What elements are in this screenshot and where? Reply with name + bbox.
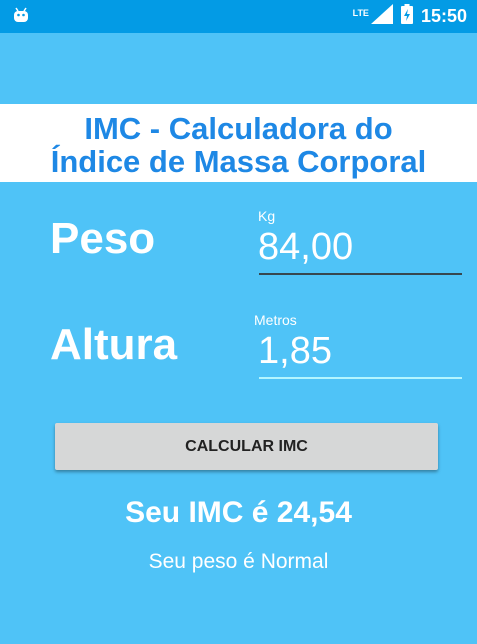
peso-hint: Kg	[258, 208, 276, 224]
app-title-line-1: IMC - Calculadora do	[84, 111, 393, 146]
peso-input-underline	[259, 273, 462, 275]
status-time: 15:50	[420, 6, 467, 26]
weight-category-text: Seu peso é Normal	[148, 550, 329, 573]
battery-charging-icon	[400, 4, 413, 29]
altura-input[interactable]: 1,85	[258, 330, 332, 373]
app-title-line-2: Índice de Massa Corporal	[50, 144, 427, 179]
altura-hint: Metros	[254, 312, 297, 328]
calcular-imc-button[interactable]: CALCULAR IMC	[55, 423, 438, 470]
peso-label: Peso	[50, 214, 156, 263]
imc-result-text: Seu IMC é 24,54	[125, 496, 352, 529]
android-icon	[12, 6, 30, 29]
altura-label: Altura	[50, 320, 178, 369]
network-type-label: LTE	[352, 7, 369, 18]
peso-input[interactable]: 84,00	[258, 226, 353, 269]
signal-icon	[370, 4, 393, 29]
app-title-banner: IMC - Calculadora do Índice de Massa Cor…	[0, 104, 477, 182]
altura-input-underline	[259, 377, 462, 379]
status-bar: LTE 15:50	[0, 0, 477, 33]
